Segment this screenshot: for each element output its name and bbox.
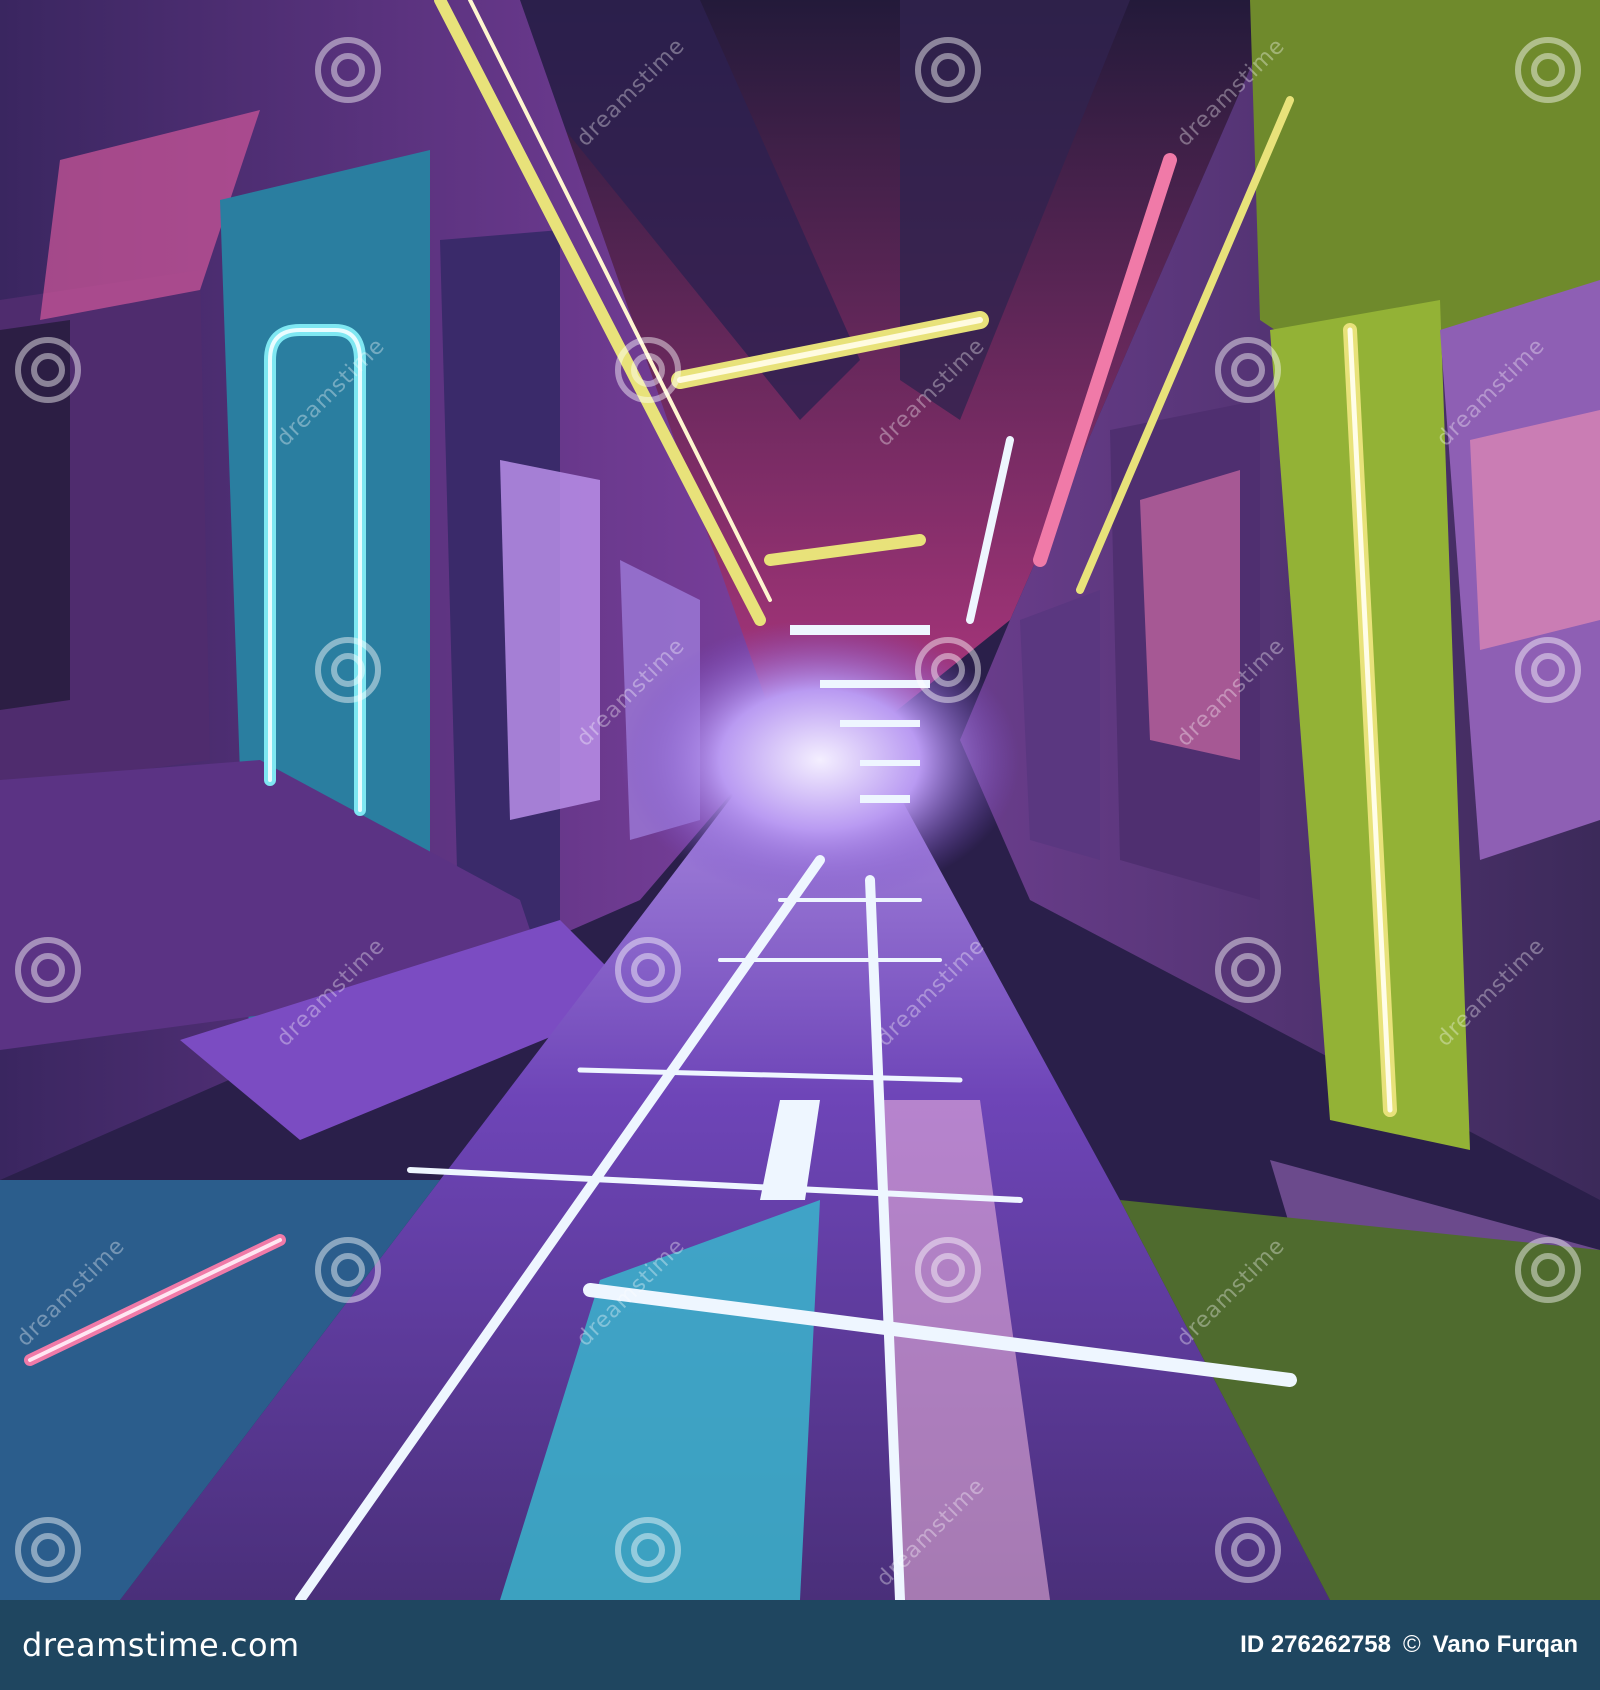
neon-alley-artwork <box>0 0 1600 1600</box>
author-name[interactable]: Vano Furqan <box>1433 1631 1578 1659</box>
footer-bar: dreamstime.com ID 276262758 © Vano Furqa… <box>0 1600 1600 1690</box>
image-credit: ID 276262758 © Vano Furqan <box>1240 1631 1578 1659</box>
artwork-canvas <box>0 0 1600 1600</box>
right-shop-window <box>1140 470 1240 760</box>
right-doorway <box>1020 590 1100 860</box>
copyright-symbol: © <box>1402 1631 1421 1658</box>
ceiling-bar <box>820 680 930 688</box>
ceiling-bar <box>860 795 910 803</box>
brand-logo[interactable]: dreamstime.com <box>22 1626 300 1664</box>
left-window-inner <box>0 320 70 710</box>
ceiling-bar <box>840 720 920 727</box>
brand-text: dreamstime.com <box>22 1626 300 1664</box>
ceiling-bar <box>790 625 930 635</box>
ceiling-bar <box>860 760 920 766</box>
right-window-glow <box>1470 410 1600 650</box>
left-shop-window <box>500 460 600 820</box>
image-id: ID 276262758 <box>1240 1631 1391 1658</box>
